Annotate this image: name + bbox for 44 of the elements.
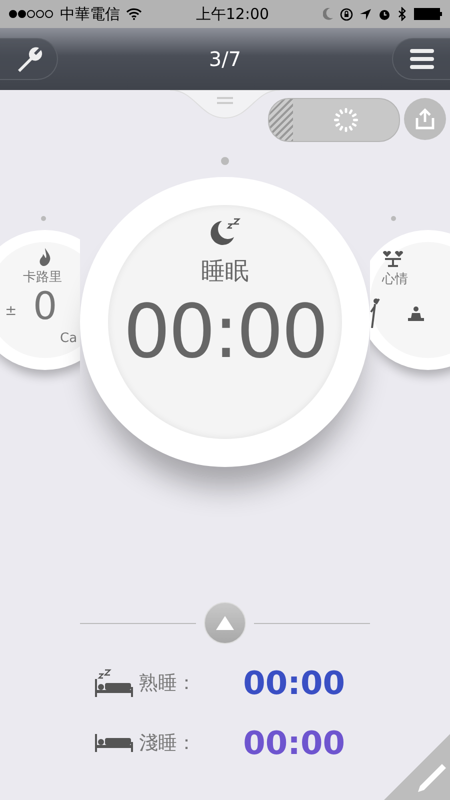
menu-icon [410,49,434,69]
flame-icon [39,248,51,266]
sleeping-bed-icon [95,669,133,697]
settings-button[interactable] [0,38,58,80]
expand-button[interactable] [204,602,246,644]
wifi-icon [126,8,142,20]
loading-spinner-icon [332,106,360,134]
share-icon [414,108,436,130]
unit-label: Ca [60,331,78,346]
dial-background[interactable]: 睡眠 00:00 [80,177,370,467]
sleep-duration: 00:00 [242,664,346,702]
carrier-name: 中華電信 [60,4,120,24]
dial-value: 0 [33,284,58,328]
moon-icon [208,217,242,247]
location-arrow-icon [360,8,371,20]
triangle-up-icon [216,616,234,630]
sync-toggle[interactable] [268,98,400,142]
person-icon [370,298,380,328]
adjust-label: ± [5,303,17,319]
dial-value: 00:00 [123,289,327,375]
page-indicator: 3/7 [208,47,242,71]
indicator-dot [391,216,396,221]
alarm-clock-icon [378,8,391,20]
sleep-duration: 00:00 [242,724,346,762]
indicator-dot [221,157,229,165]
clock-time: 上午12:00 [196,4,270,22]
dial-title: 卡路里 [23,269,62,286]
sleep-label: 淺睡： [139,731,197,756]
pull-down-tab[interactable] [170,90,280,120]
share-button[interactable] [404,98,446,140]
battery-icon [414,8,442,20]
bluetooth-icon [398,7,407,21]
dial-title: 睡眠 [201,257,249,285]
dial-title: 心情 [382,271,408,288]
rotation-lock-icon [340,8,353,20]
sleep-label: 熟睡： [139,671,197,696]
bed-icon [95,734,133,752]
edit-button[interactable] [384,734,450,800]
signal-icon [8,9,54,19]
indicator-dot [41,216,46,221]
moon-icon [323,8,333,20]
hearts-scale-icon [382,250,404,268]
menu-button[interactable] [392,38,450,80]
meditation-icon [408,306,424,322]
